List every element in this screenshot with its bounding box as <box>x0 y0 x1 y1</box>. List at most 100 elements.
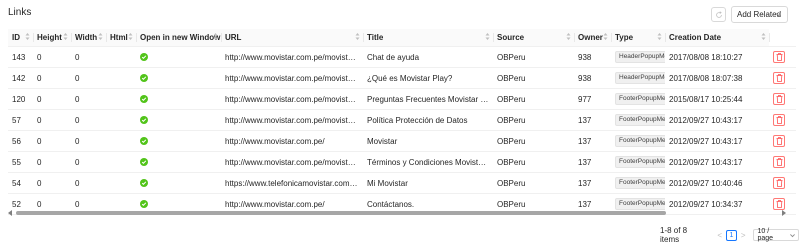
cell-title: Movistar <box>363 130 493 152</box>
cell-width: 0 <box>71 109 106 131</box>
cell-url: http://www.movistar.com.pe/ <box>221 130 363 152</box>
pagination: 1-8 of 8 items < 1 > 10 / page <box>660 226 799 244</box>
cell-height: 0 <box>33 67 71 89</box>
cell-html <box>106 67 136 89</box>
cell-height: 0 <box>33 151 71 173</box>
cell-actions <box>769 88 796 110</box>
sort-icon[interactable] <box>98 32 103 41</box>
table-row[interactable]: 54 0 0 https://www.telefonicamovistar.com.p… <box>8 172 796 194</box>
cell-url: http://www.movistar.com.pe/movistar-... <box>221 151 363 173</box>
cell-width: 0 <box>71 172 106 194</box>
sort-icon[interactable] <box>603 32 608 41</box>
column-header-id[interactable]: ID <box>8 29 33 47</box>
table-row[interactable]: 120 0 0 http://www.movistar.com.pe/movistar… <box>8 88 796 110</box>
table-row[interactable]: 57 0 0 http://www.movistar.com.pe/movistar-… <box>8 109 796 131</box>
horizontal-scrollbar[interactable] <box>8 210 786 216</box>
scroll-left-arrow[interactable] <box>8 210 12 216</box>
cell-html <box>106 130 136 152</box>
column-header-type[interactable]: Type <box>611 29 665 47</box>
sort-icon[interactable] <box>485 32 490 41</box>
cell-open-in-new-window <box>136 130 221 152</box>
cell-created: 2012/09/27 10:43:17 <box>665 151 769 173</box>
column-header-actions <box>769 29 796 47</box>
cell-id: 143 <box>8 46 33 68</box>
refresh-icon <box>715 10 722 18</box>
trash-icon <box>776 137 782 145</box>
column-header-url[interactable]: URL <box>221 29 363 47</box>
sort-icon[interactable] <box>63 32 68 41</box>
type-tag: FooterPopupMessage <box>615 156 665 168</box>
column-header-label: Owner <box>578 33 603 42</box>
cell-height: 0 <box>33 109 71 131</box>
column-header-title[interactable]: Title <box>363 29 493 47</box>
cell-width: 0 <box>71 46 106 68</box>
cell-open-in-new-window <box>136 46 221 68</box>
sort-icon[interactable] <box>657 32 662 41</box>
sort-icon[interactable] <box>25 32 30 41</box>
scroll-thumb[interactable] <box>16 211 666 215</box>
table-row[interactable]: 143 0 0 http://www.movistar.com.pe/movistar… <box>8 46 796 68</box>
refresh-button[interactable] <box>711 7 726 22</box>
cell-owner: 938 <box>574 46 611 68</box>
column-header-open-in-new-window[interactable]: Open in new Window <box>136 29 221 47</box>
cell-created: 2012/09/27 10:40:46 <box>665 172 769 194</box>
add-related-dropdown[interactable]: Add Related <box>731 6 788 23</box>
check-circle-icon <box>140 53 148 62</box>
table-row[interactable]: 55 0 0 http://www.movistar.com.pe/movistar-… <box>8 151 796 173</box>
sort-icon[interactable] <box>213 32 218 41</box>
column-header-width[interactable]: Width <box>71 29 106 47</box>
sort-icon[interactable] <box>761 32 766 41</box>
delete-button[interactable] <box>773 177 785 189</box>
sort-icon[interactable] <box>355 32 360 41</box>
delete-button[interactable] <box>773 156 785 168</box>
prev-page-icon[interactable]: < <box>717 231 722 240</box>
cell-type: FooterPopupMessage <box>611 130 665 152</box>
sort-icon[interactable] <box>566 32 571 41</box>
page-1-button[interactable]: 1 <box>726 229 737 241</box>
cell-owner: 137 <box>574 109 611 131</box>
cell-source: OBPeru <box>493 172 574 194</box>
cell-actions <box>769 109 796 131</box>
column-header-html[interactable]: Html <box>106 29 136 47</box>
table-row[interactable]: 56 0 0 http://www.movistar.com.pe/Movistar O… <box>8 130 796 152</box>
column-header-label: URL <box>225 33 242 42</box>
cell-open-in-new-window <box>136 109 221 131</box>
column-header-creation-date[interactable]: Creation Date <box>665 29 769 47</box>
column-header-label: ID <box>12 33 20 42</box>
delete-button[interactable] <box>773 93 785 105</box>
scroll-right-arrow[interactable] <box>782 210 786 216</box>
sort-icon[interactable] <box>128 32 133 41</box>
cell-owner: 137 <box>574 130 611 152</box>
cell-actions <box>769 46 796 68</box>
delete-button[interactable] <box>773 135 785 147</box>
page-size-select[interactable]: 10 / page <box>753 228 799 242</box>
delete-button[interactable] <box>773 72 785 84</box>
cell-created: 2015/08/17 10:25:44 <box>665 88 769 110</box>
column-header-height[interactable]: Height <box>33 29 71 47</box>
cell-title: Preguntas Frecuentes Movistar Play <box>363 88 493 110</box>
page-title: Links <box>8 7 32 18</box>
page-size-label: 10 / page <box>757 228 774 242</box>
column-header-source[interactable]: Source <box>493 29 574 47</box>
cell-id: 56 <box>8 130 33 152</box>
chevron-down-icon <box>790 234 795 238</box>
column-header-owner[interactable]: Owner <box>574 29 611 47</box>
pagination-total: 1-8 of 8 items <box>660 226 688 244</box>
chevron-down-icon <box>776 13 781 17</box>
delete-button[interactable] <box>773 114 785 126</box>
cell-height: 0 <box>33 130 71 152</box>
column-header-label: Creation Date <box>669 33 722 42</box>
cell-type: FooterPopupMessage <box>611 151 665 173</box>
delete-button[interactable] <box>773 198 785 210</box>
column-header-label: Type <box>615 33 634 42</box>
cell-type: FooterPopupMessage <box>611 109 665 131</box>
next-page-icon[interactable]: > <box>741 231 746 240</box>
cell-owner: 137 <box>574 172 611 194</box>
cell-url: http://www.movistar.com.pe/movistar-... <box>221 109 363 131</box>
type-tag: FooterPopupMessage <box>615 177 665 189</box>
cell-created: 2017/08/08 18:07:38 <box>665 67 769 89</box>
delete-button[interactable] <box>773 51 785 63</box>
cell-created: 2017/08/08 18:10:27 <box>665 46 769 68</box>
table-row[interactable]: 142 0 0 http://www.movistar.com.pe/movistar… <box>8 67 796 89</box>
cell-id: 55 <box>8 151 33 173</box>
